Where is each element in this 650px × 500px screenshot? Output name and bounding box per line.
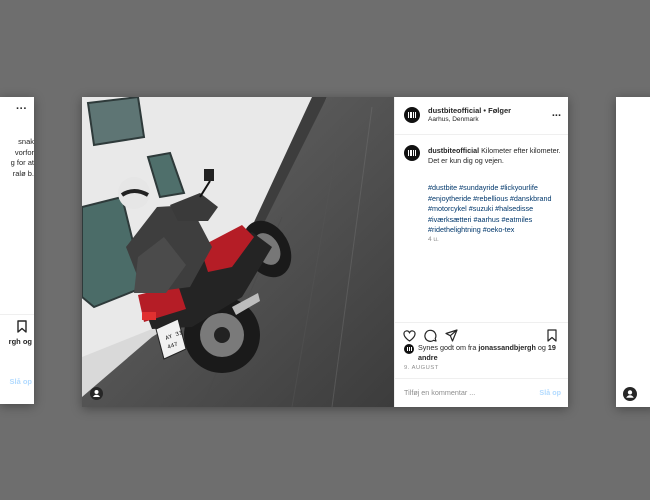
bookmark-icon[interactable]: [16, 320, 28, 338]
previous-caption: snak vorfor g for at ralø b.: [0, 137, 34, 179]
comment-bar: Tilføj en kommentar ... Slå op: [395, 378, 568, 407]
divider: [0, 314, 34, 315]
likes-prefix: Synes godt om fra: [418, 343, 479, 352]
next-post-card[interactable]: [616, 97, 650, 407]
profile-avatar[interactable]: [404, 107, 420, 123]
post-header: dustbiteofficial • Følger Aarhus, Denmar…: [395, 97, 568, 135]
caption-age: 4 u.: [428, 236, 439, 243]
post-date: 9. AUGUST: [404, 365, 439, 371]
action-bar: [395, 322, 568, 343]
likes-text: rgh og: [8, 337, 32, 346]
tagged-user-icon[interactable]: [623, 387, 637, 406]
hashtags[interactable]: #dustbite #sundayride #lickyourlife #enj…: [428, 183, 568, 236]
caption-line: snak: [18, 137, 34, 146]
header-username-row: dustbiteofficial • Følger: [428, 106, 511, 115]
post-comment-button[interactable]: Slå op: [539, 388, 561, 397]
post-sidebar: dustbiteofficial • Følger Aarhus, Denmar…: [394, 97, 568, 407]
liker-avatar[interactable]: [404, 344, 414, 354]
following-button[interactable]: Følger: [488, 106, 511, 115]
previous-post-card[interactable]: ··· snak vorfor g for at ralø b. rgh og …: [0, 97, 34, 404]
post-card: AY 31 447 dustbiteofficial • Følger Aarh…: [82, 97, 568, 407]
tagged-user-icon[interactable]: [90, 387, 103, 400]
likes-text: Synes godt om fra jonassandbjergh og 19 …: [418, 343, 564, 362]
caption-text: dustbiteofficial Kilometer efter kilomet…: [428, 146, 564, 166]
post-photo[interactable]: AY 31 447: [82, 97, 394, 407]
username-link[interactable]: dustbiteofficial: [428, 106, 481, 115]
comment-input[interactable]: Tilføj en kommentar ...: [404, 388, 475, 397]
location-link[interactable]: Aarhus, Denmark: [428, 116, 479, 123]
likes-and: og: [535, 343, 548, 352]
caption-username[interactable]: dustbiteofficial: [428, 146, 479, 155]
more-options-icon[interactable]: ···: [16, 103, 27, 115]
caption-line: g for at: [10, 158, 34, 167]
post-comment-button[interactable]: Slå op: [9, 377, 32, 386]
caption-line: ralø b.: [12, 168, 34, 178]
profile-avatar[interactable]: [404, 145, 420, 161]
more-options-icon[interactable]: ...: [552, 107, 561, 119]
liker-username[interactable]: jonassandbjergh: [478, 343, 536, 352]
caption-line: vorfor: [14, 147, 34, 157]
